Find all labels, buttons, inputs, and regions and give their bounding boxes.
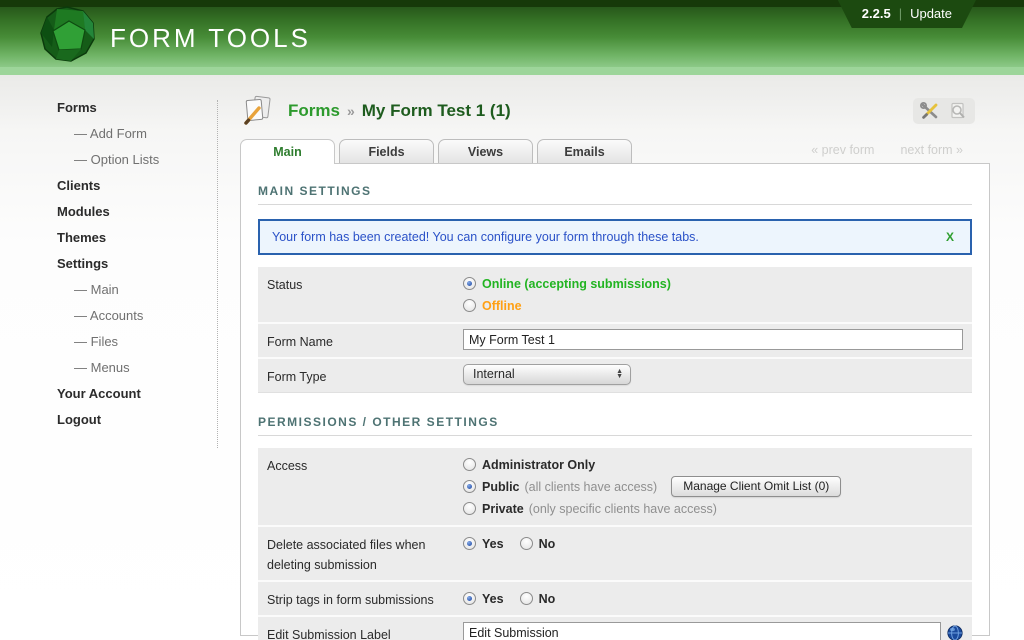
notice-close-button[interactable]: X [942, 230, 958, 244]
access-admin-radio[interactable] [463, 458, 476, 471]
delete-files-no-radio[interactable] [520, 537, 533, 550]
header-light-strip [0, 67, 1024, 75]
magnifier-page-icon [949, 102, 967, 120]
status-row: Status Online (accepting submissions) Of… [258, 267, 972, 324]
form-name-input[interactable] [463, 329, 963, 350]
sidebar-item-logout[interactable]: Logout [57, 412, 217, 427]
status-offline-radio[interactable] [463, 299, 476, 312]
wrench-screwdriver-icon [920, 102, 940, 120]
edit-submission-row: Edit Submission Label [258, 617, 972, 640]
access-label: Access [267, 453, 463, 520]
tab-main[interactable]: Main [240, 139, 335, 164]
sidebar-item-settings-accounts[interactable]: — Accounts [57, 308, 217, 323]
sidebar-item-option-lists[interactable]: — Option Lists [57, 152, 217, 167]
main-settings-table: Status Online (accepting submissions) Of… [258, 267, 972, 393]
sidebar-item-settings-files[interactable]: — Files [57, 334, 217, 349]
status-offline-label: Offline [482, 299, 522, 313]
form-pager: « prev form next form » [811, 143, 963, 163]
access-row: Access Administrator Only Public (all cl… [258, 448, 972, 527]
permissions-table: Access Administrator Only Public (all cl… [258, 448, 972, 640]
delete-files-label: Delete associated files when deleting su… [267, 532, 463, 575]
form-type-selected-value: Internal [473, 367, 515, 381]
next-form-link[interactable]: next form » [900, 143, 963, 157]
access-public-radio[interactable] [463, 480, 476, 493]
sidebar-item-themes[interactable]: Themes [57, 230, 217, 245]
sidebar-nav: Forms — Add Form — Option Lists Clients … [40, 100, 218, 448]
version-number: 2.2.5 [862, 6, 891, 21]
strip-tags-row: Strip tags in form submissions Yes No [258, 582, 972, 617]
edit-tabs-button[interactable] [918, 101, 942, 121]
page-body: Forms — Add Form — Option Lists Clients … [0, 75, 1024, 640]
sidebar-item-your-account[interactable]: Your Account [57, 386, 217, 401]
status-label: Status [267, 272, 463, 317]
sidebar-item-add-form[interactable]: — Add Form [57, 126, 217, 141]
form-type-label: Form Type [267, 364, 463, 387]
status-online-label: Online (accepting submissions) [482, 277, 671, 291]
settings-panel: MAIN SETTINGS Your form has been created… [240, 163, 990, 636]
form-name-row: Form Name [258, 324, 972, 359]
page-title: My Form Test 1 (1) [362, 101, 511, 121]
sidebar-item-modules[interactable]: Modules [57, 204, 217, 219]
sidebar-item-forms[interactable]: Forms [57, 100, 217, 115]
success-notice: Your form has been created! You can conf… [258, 219, 972, 255]
access-private-detail: (only specific clients have access) [529, 502, 717, 516]
manage-client-omit-list-button[interactable]: Manage Client Omit List (0) [671, 476, 841, 497]
sidebar-item-settings-main[interactable]: — Main [57, 282, 217, 297]
brand-title: FORM TOOLS [110, 23, 311, 54]
access-private-radio[interactable] [463, 502, 476, 515]
main-settings-heading: MAIN SETTINGS [258, 184, 972, 205]
page-tools [913, 98, 975, 124]
delete-files-yes-label: Yes [482, 537, 504, 551]
prev-form-link[interactable]: « prev form [811, 143, 874, 157]
tab-fields[interactable]: Fields [339, 139, 434, 163]
edit-submission-label: Edit Submission Label [267, 622, 463, 640]
version-badge: 2.2.5 | Update [838, 0, 976, 28]
version-separator: | [899, 6, 902, 21]
strip-tags-label: Strip tags in form submissions [267, 587, 463, 610]
sidebar-item-settings-menus[interactable]: — Menus [57, 360, 217, 375]
form-type-select[interactable]: Internal ▲▼ [463, 364, 631, 385]
breadcrumb-separator: » [347, 103, 355, 119]
permissions-heading: PERMISSIONS / OTHER SETTINGS [258, 415, 972, 436]
strip-tags-yes-radio[interactable] [463, 592, 476, 605]
strip-tags-yes-label: Yes [482, 592, 504, 606]
access-admin-label: Administrator Only [482, 458, 595, 472]
breadcrumb: Forms » My Form Test 1 (1) [240, 93, 990, 129]
preview-form-button[interactable] [946, 101, 970, 121]
access-public-detail: (all clients have access) [525, 480, 658, 494]
tab-views[interactable]: Views [438, 139, 533, 163]
delete-files-row: Delete associated files when deleting su… [258, 527, 972, 582]
sidebar-item-settings[interactable]: Settings [57, 256, 217, 271]
select-arrows-icon: ▲▼ [616, 369, 623, 379]
main-content: Forms » My Form Test 1 (1) [240, 75, 990, 640]
breadcrumb-section-forms[interactable]: Forms [288, 101, 340, 121]
status-online-radio[interactable] [463, 277, 476, 290]
formtools-logo-icon [38, 3, 98, 65]
access-public-label: Public [482, 480, 520, 494]
tab-bar: Main Fields Views Emails « prev form nex… [240, 139, 990, 163]
delete-files-no-label: No [539, 537, 556, 551]
delete-files-yes-radio[interactable] [463, 537, 476, 550]
edit-form-pages-icon [240, 94, 276, 128]
form-name-label: Form Name [267, 329, 463, 352]
edit-submission-input[interactable] [463, 622, 941, 640]
header-banner: FORM TOOLS 2.2.5 | Update [0, 7, 1024, 67]
form-type-row: Form Type Internal ▲▼ [258, 359, 972, 393]
access-private-label: Private [482, 502, 524, 516]
tab-emails[interactable]: Emails [537, 139, 632, 163]
app-header: FORM TOOLS 2.2.5 | Update [0, 0, 1024, 75]
update-link[interactable]: Update [910, 6, 952, 21]
strip-tags-no-radio[interactable] [520, 592, 533, 605]
sidebar-item-clients[interactable]: Clients [57, 178, 217, 193]
globe-icon[interactable] [947, 625, 963, 640]
notice-message: Your form has been created! You can conf… [272, 230, 699, 244]
strip-tags-no-label: No [539, 592, 556, 606]
